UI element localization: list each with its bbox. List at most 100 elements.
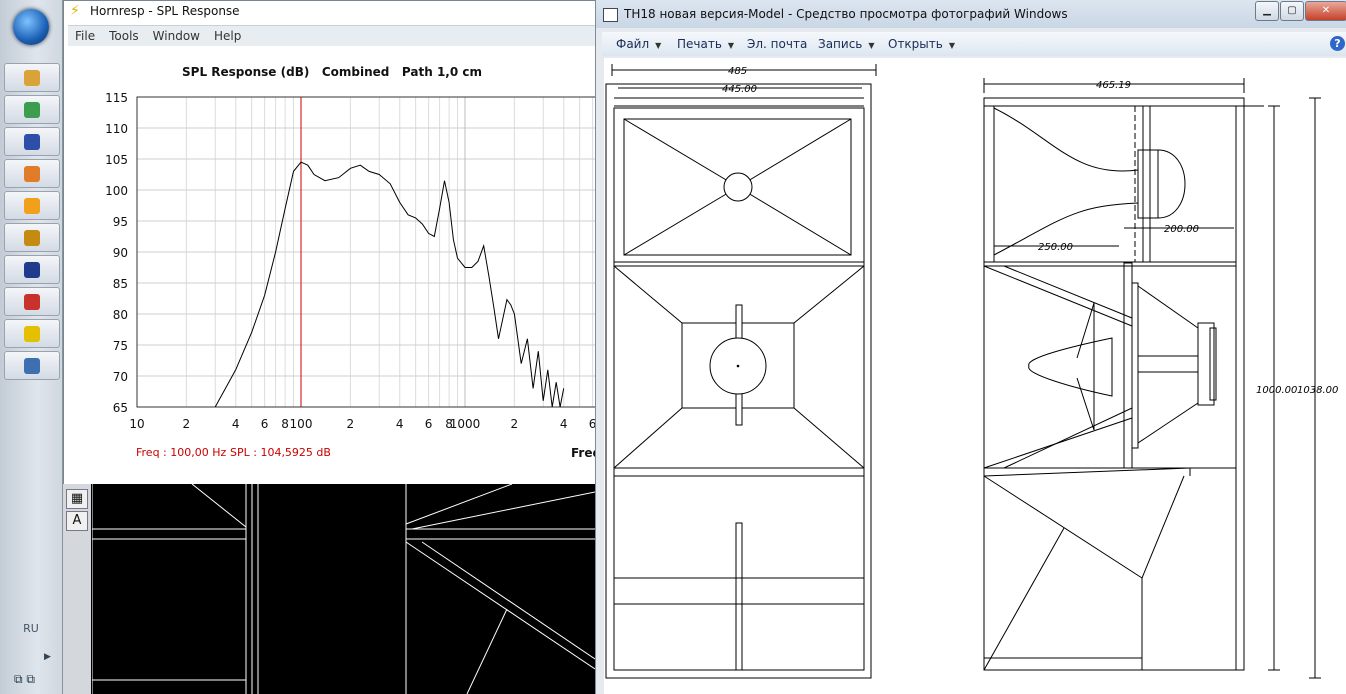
y-tick-label: 75: [113, 339, 128, 353]
menu-help[interactable]: Help: [207, 26, 248, 43]
maximize-button[interactable]: ▢: [1280, 1, 1304, 21]
y-tick-label: 85: [113, 277, 128, 291]
text-A-icon[interactable]: A: [66, 511, 88, 531]
photo-viewer-window: TH18 новая версия-Model - Средство просм…: [595, 0, 1346, 694]
y-tick-label: 105: [105, 153, 128, 167]
red-app-icon: [24, 293, 40, 310]
hornresp-title: Hornresp - SPL Response: [90, 4, 240, 18]
x-tick-label: 8: [281, 417, 289, 431]
spl-readout: SPL : 104,5925 dB: [230, 446, 331, 459]
photo-viewer-icon: [24, 357, 40, 374]
photo-viewer-titlebar[interactable]: TH18 новая версия-Model - Средство просм…: [596, 0, 1346, 28]
blue-app-taskbar-button[interactable]: [4, 255, 60, 284]
red-app-taskbar-button[interactable]: [4, 287, 60, 316]
tray-expand-icon[interactable]: ▶: [44, 652, 51, 662]
menu-email[interactable]: Эл. почта: [747, 37, 807, 51]
start-button[interactable]: [13, 9, 49, 45]
chevron-down-icon: ▼: [948, 41, 955, 50]
explorer-taskbar-button[interactable]: [4, 63, 60, 92]
y-tick-label: 115: [105, 91, 128, 105]
photo-canvas[interactable]: 485 445.00 465.19 250.00 200.00 1000.00 …: [604, 58, 1346, 694]
dim-445-label: 445.00: [722, 84, 757, 95]
x-tick-label: 6: [425, 417, 433, 431]
dim-200-label: 200.00: [1164, 224, 1199, 235]
menu-file[interactable]: File: [68, 26, 102, 43]
side-outer-frame: [983, 97, 1245, 671]
explorer-icon: [24, 69, 40, 86]
menu-window[interactable]: Window: [146, 26, 207, 43]
x-tick-labels: 10 2 4 6 8 100 2 4 6 81000 2 4 6: [129, 417, 596, 431]
photos-taskbar-button[interactable]: [4, 159, 60, 188]
chevron-down-icon: ▼: [868, 41, 875, 50]
photo-viewer-icon: [603, 8, 618, 22]
cad-lines: [92, 484, 595, 694]
minimize-button[interactable]: ▁: [1255, 1, 1279, 21]
y-tick-label: 80: [113, 308, 128, 322]
x-tick-label: 4: [396, 417, 404, 431]
chrome-taskbar-button[interactable]: [4, 95, 60, 124]
photo-viewer-toolbar: Файл ▼ Печать ▼ Эл. почта Запись ▼ Открыть ▼…: [602, 32, 1346, 56]
language-indicator[interactable]: RU: [0, 622, 62, 635]
spl-plot-area[interactable]: SPL Response (dB) Combined Path 1,0 cm 1…: [68, 46, 604, 485]
chevron-down-icon: ▼: [727, 41, 735, 50]
x-tick-label: 2: [347, 417, 355, 431]
cad-toolbar: ▦ A: [63, 484, 91, 694]
help-icon[interactable]: ?: [1330, 36, 1345, 51]
x-tick-label: 2: [183, 417, 191, 431]
chrome-icon: [24, 101, 40, 118]
y-tick-label: 95: [113, 215, 128, 229]
hornresp-menubar: File Tools Window Help: [68, 25, 604, 47]
dim-485-label: 485: [728, 66, 747, 77]
triangle-app-icon: [24, 229, 40, 246]
spl-chart[interactable]: SPL Response (dB) Combined Path 1,0 cm 1…: [68, 46, 604, 484]
triangle-app-taskbar-button[interactable]: [4, 223, 60, 252]
x-tick-label: 4: [560, 417, 568, 431]
photos-icon: [24, 165, 40, 182]
media-player-icon: [24, 197, 40, 214]
dim-465-label: 465.19: [1096, 80, 1131, 91]
save-disk-taskbar-button[interactable]: [4, 127, 60, 156]
freq-readout: Freq : 100,00 Hz: [136, 446, 227, 459]
x-tick-label: 4: [232, 417, 240, 431]
y-tick-labels: 115 110 105 100 95 90 85 80 75 70 65: [105, 91, 128, 415]
x-tick-label: 6: [261, 417, 269, 431]
save-disk-icon: [24, 133, 40, 150]
chart-title: SPL Response (dB) Combined Path 1,0 cm: [182, 65, 482, 79]
chevron-down-icon: ▼: [655, 41, 662, 50]
table-icon[interactable]: ▦: [66, 489, 88, 509]
hornresp-titlebar[interactable]: ⚡ Hornresp - SPL Response: [64, 1, 604, 23]
menu-print[interactable]: Печать ▼: [677, 37, 734, 51]
y-tick-label: 110: [105, 122, 128, 136]
dim-1000-label: 1000.00: [1256, 385, 1297, 396]
media-player-taskbar-button[interactable]: [4, 191, 60, 220]
menu-file-ru[interactable]: Файл ▼: [616, 37, 661, 51]
x-tick-label: 100: [290, 417, 313, 431]
hornresp-window: ⚡ Hornresp - SPL Response File Tools Windo…: [63, 0, 605, 486]
tray-icons[interactable]: ⧉ ⧉: [14, 672, 35, 687]
hornresp-icon: [24, 325, 40, 342]
photo-viewer-taskbar-button[interactable]: [4, 351, 60, 380]
x-tick-label: 2: [511, 417, 519, 431]
dim-250-label: 250.00: [1038, 242, 1073, 253]
menu-open[interactable]: Открыть ▼: [888, 37, 955, 51]
y-tick-label: 70: [113, 370, 128, 384]
x-tick-label: 1000: [450, 417, 481, 431]
y-tick-label: 100: [105, 184, 128, 198]
blue-app-icon: [24, 261, 40, 278]
menu-tools[interactable]: Tools: [102, 26, 146, 43]
lightning-icon: ⚡: [70, 3, 80, 19]
chart-grid-major: [137, 96, 604, 408]
y-tick-label: 65: [113, 401, 128, 415]
tweeter-circle: [723, 172, 753, 202]
close-button[interactable]: ✕: [1305, 1, 1346, 21]
cad-drawing-area[interactable]: ▦ A: [63, 484, 595, 694]
spl-series-line: [214, 161, 565, 408]
taskbar: RU ▶ ⧉ ⧉: [0, 0, 63, 694]
photo-viewer-title: TH18 новая версия-Model - Средство просм…: [624, 7, 1068, 21]
menu-burn[interactable]: Запись ▼: [818, 37, 875, 51]
hornresp-taskbar-button[interactable]: [4, 319, 60, 348]
x-tick-label: 10: [129, 417, 144, 431]
y-tick-label: 90: [113, 246, 128, 260]
speaker-cabinet-drawing: 485 445.00 465.19 250.00 200.00 1000.00 …: [605, 64, 1338, 679]
dim-1038-label: 1038.00: [1297, 385, 1338, 396]
